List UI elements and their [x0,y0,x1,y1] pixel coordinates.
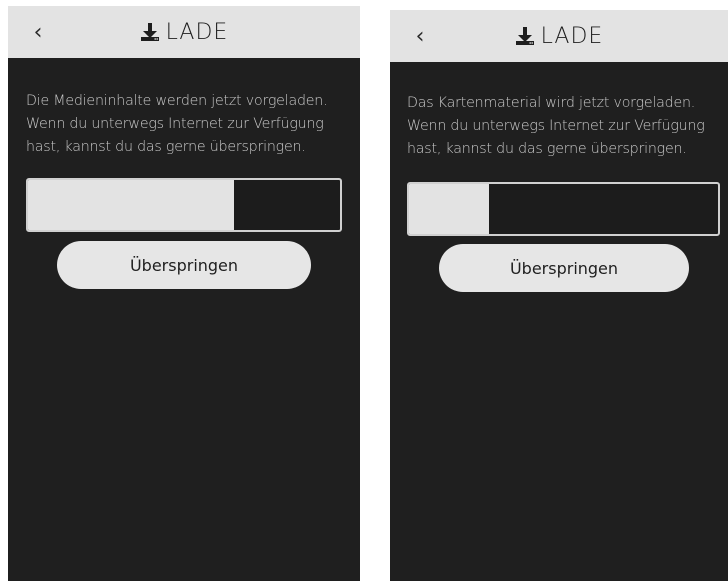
message-line: Wenn du unterwegs Internet zur Verfügung [407,118,705,134]
message-line: Wenn du unterwegs Internet zur Verfügung [26,116,324,132]
message-line: hast, kannst du das gerne überspringen. [407,141,687,157]
loading-message: Das Kartenmaterial wird jetzt vorgeladen… [407,92,714,161]
progress-fill [28,180,234,230]
progress-bar [407,182,720,236]
message-line: Das Kartenmaterial wird jetzt vorgeladen… [407,95,696,111]
app-bar: ‹ LADE [390,10,728,62]
download-icon [140,23,159,41]
page-title: LADE [165,19,229,45]
title-group: LADE [8,6,360,58]
page-title: LADE [540,23,604,49]
skip-button[interactable]: Überspringen [57,241,311,289]
loading-screen-map: ‹ LADE Das Kartenmaterial wird jetzt vor… [390,10,728,581]
message-line: hast, kannst du das gerne überspringen. [26,139,306,155]
skip-button[interactable]: Überspringen [439,244,689,292]
progress-fill [409,184,490,234]
app-bar: ‹ LADE [8,6,360,58]
title-group: LADE [390,10,728,62]
download-icon [515,27,534,45]
message-line: Die Medieninhalte werden jetzt vorgelade… [26,93,328,109]
loading-screen-media: ‹ LADE Die Medieninhalte werden jetzt vo… [8,6,360,581]
loading-message: Die Medieninhalte werden jetzt vorgelade… [26,90,346,159]
progress-bar [26,178,342,232]
